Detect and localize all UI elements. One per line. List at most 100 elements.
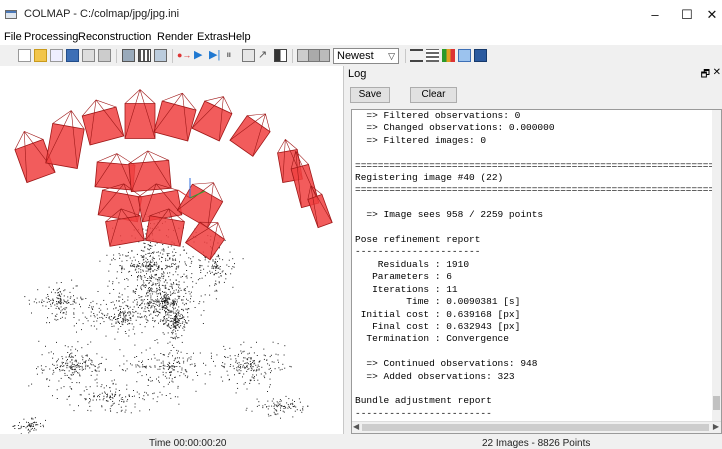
point: [64, 345, 66, 347]
menu-processing[interactable]: Processing: [24, 31, 78, 43]
feature-extraction-icon[interactable]: [122, 49, 135, 62]
point: [100, 304, 102, 306]
point: [181, 299, 183, 301]
log-lines: => Filtered observations: 0 => Changed o…: [355, 110, 721, 433]
point: [223, 367, 225, 369]
horizontal-scrollbar[interactable]: ◀ ▶: [352, 421, 721, 433]
scroll-right-icon[interactable]: ▶: [713, 422, 719, 431]
point: [175, 315, 176, 316]
save-log-button[interactable]: Save: [350, 87, 390, 103]
point: [174, 336, 176, 338]
point: [277, 354, 279, 356]
point: [158, 314, 159, 316]
open-project-icon[interactable]: [34, 49, 47, 62]
point: [175, 325, 177, 327]
point: [141, 289, 143, 291]
point: [68, 396, 70, 398]
point: [173, 308, 174, 310]
pause-reconstruction-icon[interactable]: ⏸: [226, 49, 239, 62]
maximize-button[interactable]: ☐: [670, 0, 704, 30]
reconstruction-options-icon[interactable]: ●→: [177, 49, 191, 62]
menu-help[interactable]: Help: [228, 31, 251, 43]
float-icon[interactable]: 🗗: [701, 67, 710, 84]
undistort-icon[interactable]: [426, 49, 439, 62]
point: [128, 314, 130, 316]
dense-reconstruction-icon[interactable]: [274, 49, 287, 62]
point: [32, 422, 34, 424]
close-button[interactable]: ✕: [702, 0, 722, 30]
point: [258, 368, 260, 370]
grab-image-icon[interactable]: [410, 49, 423, 62]
export-model-icon[interactable]: [98, 49, 111, 62]
point: [250, 346, 252, 348]
point: [134, 356, 136, 358]
scroll-left-icon[interactable]: ◀: [353, 422, 359, 431]
point: [162, 307, 164, 309]
point: [171, 263, 172, 265]
point: [273, 405, 275, 407]
point: [46, 379, 48, 381]
match-matrix-icon[interactable]: [319, 49, 330, 62]
point: [74, 371, 76, 373]
point: [112, 301, 114, 303]
menu-reconstruction[interactable]: Reconstruction: [78, 31, 151, 43]
point: [68, 370, 70, 372]
point: [149, 271, 151, 273]
point: [247, 359, 249, 361]
horizontal-scroll-thumb[interactable]: [362, 424, 709, 431]
edit-project-icon[interactable]: [50, 49, 63, 62]
vertical-scrollbar[interactable]: [712, 110, 721, 423]
menu-extras[interactable]: Extras: [197, 31, 228, 43]
point: [174, 318, 176, 320]
point: [67, 362, 69, 364]
menu-render[interactable]: Render: [157, 31, 193, 43]
new-project-icon[interactable]: [18, 49, 31, 62]
point: [176, 315, 178, 317]
reset-reconstruction-icon[interactable]: [242, 49, 255, 62]
point: [150, 297, 152, 299]
point: [174, 312, 176, 314]
point: [152, 284, 154, 285]
image-save-icon[interactable]: [474, 49, 487, 62]
point: [134, 259, 136, 261]
point: [150, 252, 152, 254]
save-project-icon[interactable]: [66, 49, 79, 62]
point: [69, 297, 71, 299]
log-text-area[interactable]: => Filtered observations: 0 => Changed o…: [351, 109, 722, 434]
database-icon[interactable]: [154, 49, 167, 62]
film-icon[interactable]: [458, 49, 471, 62]
point: [216, 273, 218, 275]
vertical-scroll-thumb[interactable]: [713, 396, 720, 410]
start-reconstruction-icon[interactable]: ▶: [194, 49, 207, 62]
point: [137, 364, 139, 366]
point: [141, 296, 143, 298]
point: [134, 264, 136, 266]
point: [185, 370, 187, 372]
point: [273, 361, 275, 363]
import-model-icon[interactable]: [82, 49, 95, 62]
close-icon[interactable]: ✕: [713, 67, 721, 78]
minimize-button[interactable]: –: [638, 0, 672, 30]
bundle-adjustment-icon[interactable]: ↗: [258, 49, 271, 62]
point: [66, 365, 68, 367]
point: [168, 298, 170, 300]
point: [200, 314, 202, 316]
point: [180, 313, 182, 315]
point: [73, 325, 75, 327]
model-viewer[interactable]: [0, 66, 344, 434]
point: [174, 302, 176, 304]
clear-log-button[interactable]: Clear: [410, 87, 457, 103]
point: [121, 294, 123, 296]
reconstruction-select[interactable]: Newest ▽: [333, 48, 399, 64]
point: [70, 367, 72, 369]
feature-matching-icon[interactable]: [138, 49, 151, 62]
point: [60, 377, 62, 379]
point: [120, 326, 122, 327]
menu-file[interactable]: File: [4, 31, 22, 43]
point: [61, 316, 63, 318]
render-toggle-icon[interactable]: [442, 49, 455, 62]
point: [131, 275, 132, 276]
point: [144, 243, 146, 244]
point: [276, 410, 278, 412]
step-reconstruction-icon[interactable]: ▶|: [209, 49, 222, 62]
